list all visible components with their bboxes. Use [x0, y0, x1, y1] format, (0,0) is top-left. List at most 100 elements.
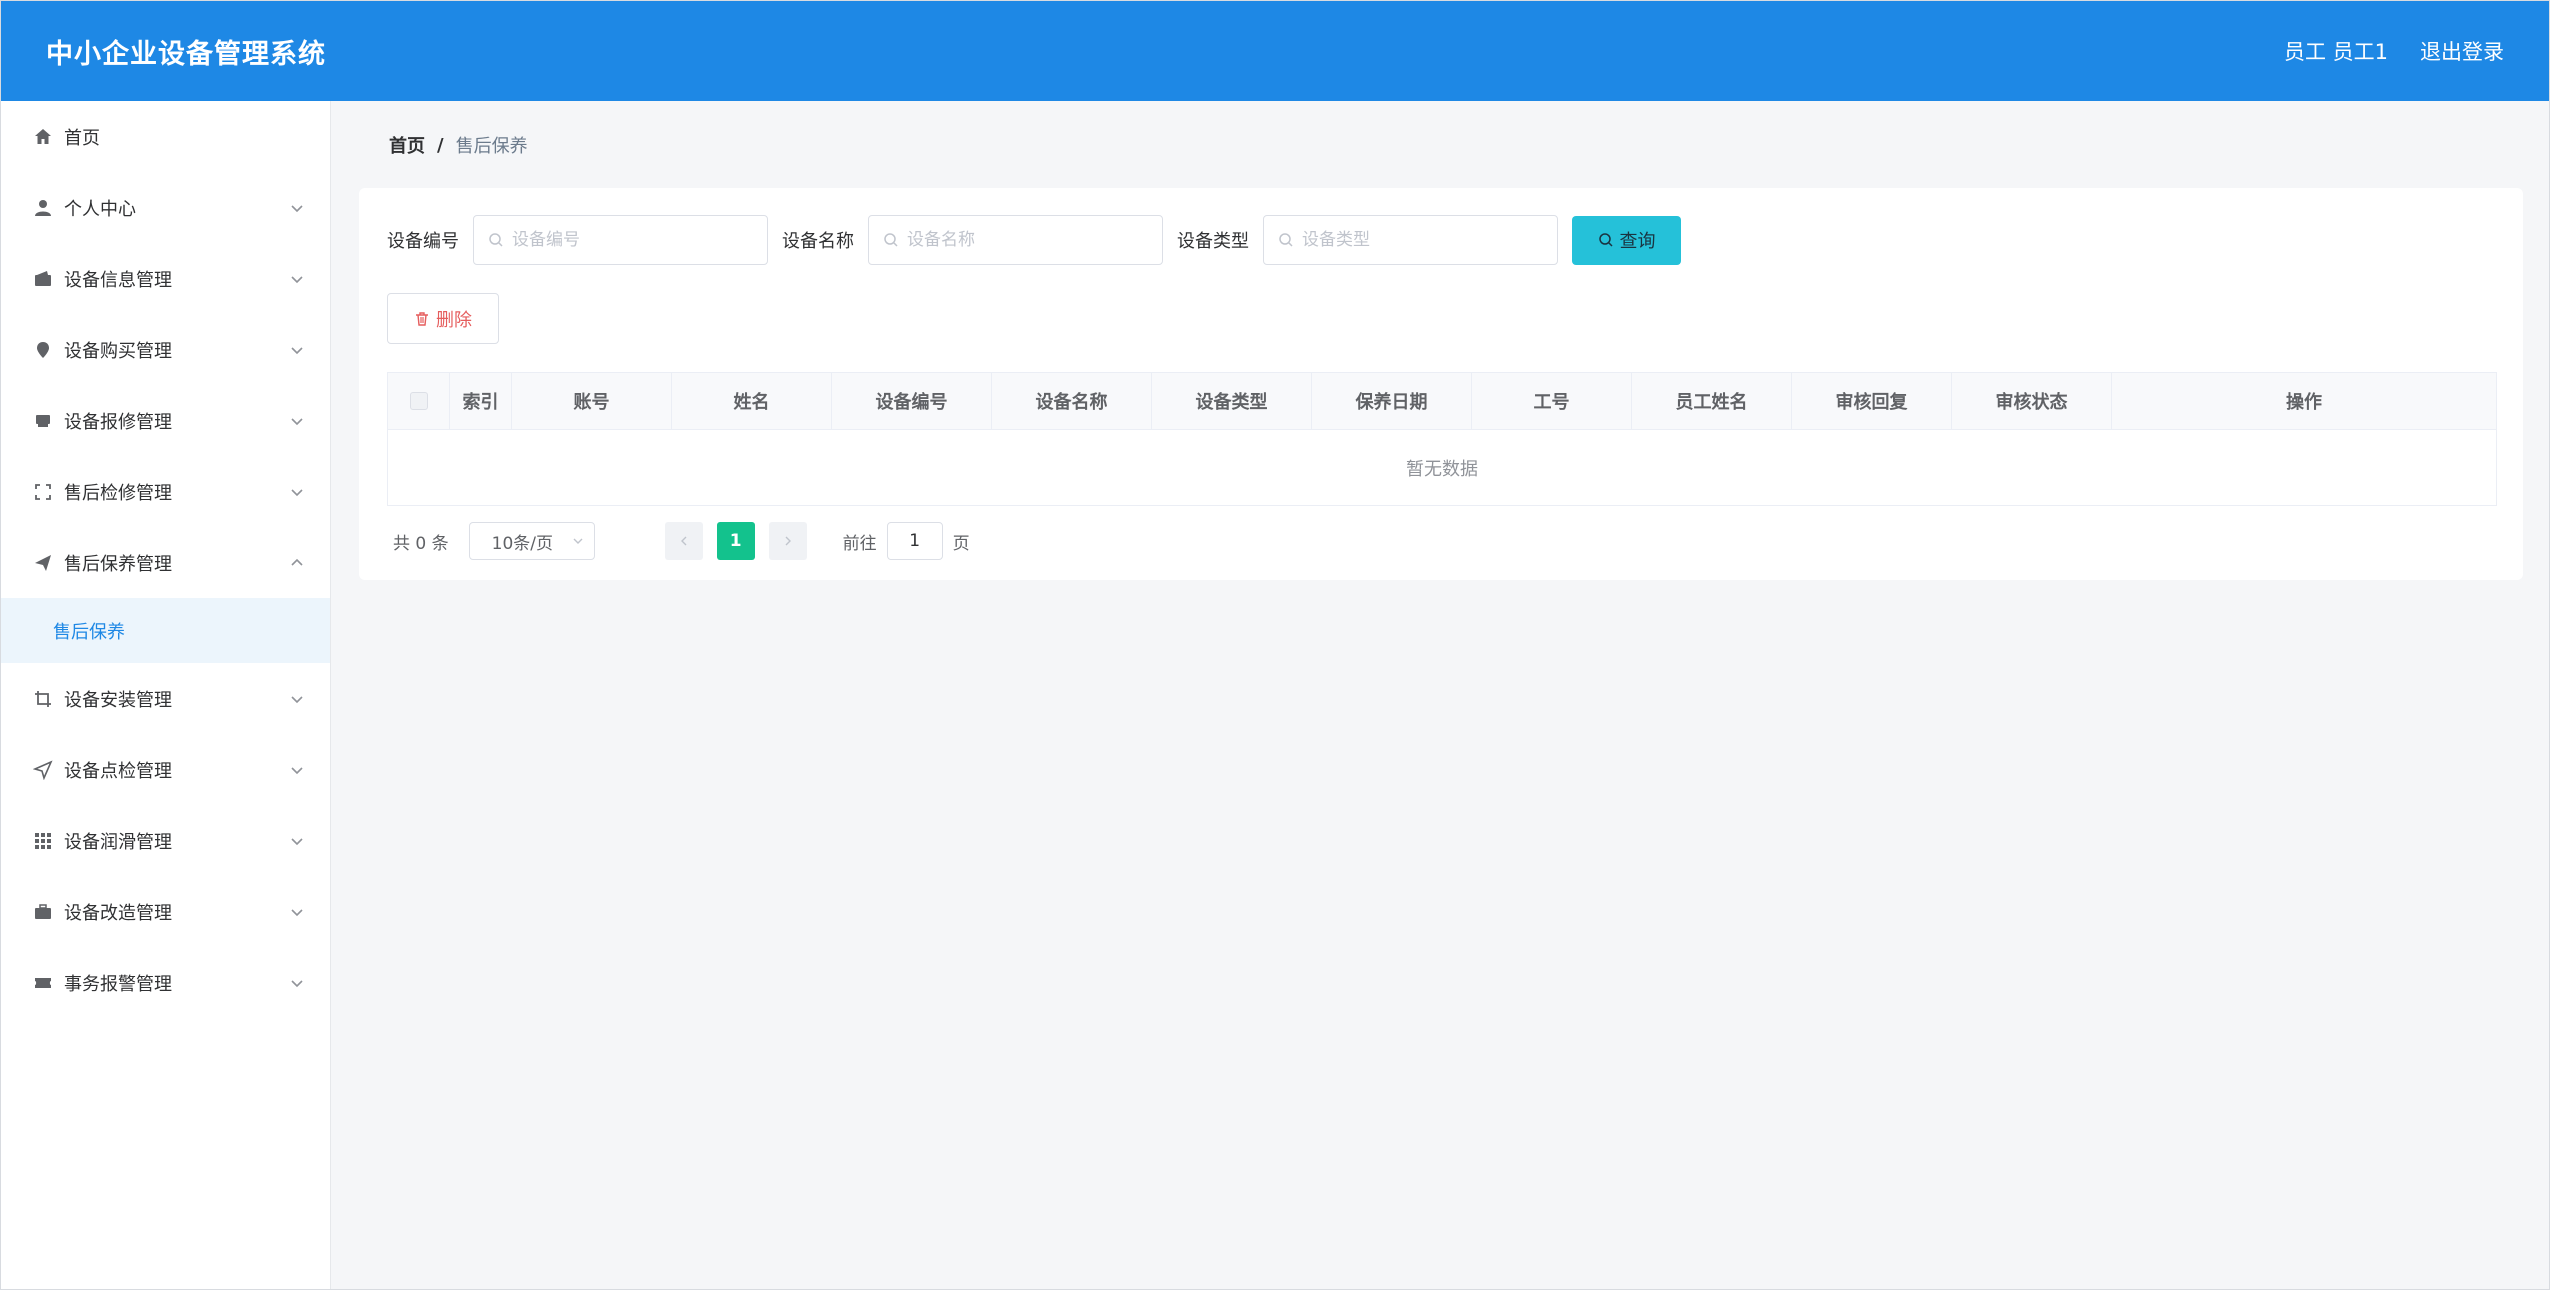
delete-button[interactable]: 删除 [387, 293, 499, 344]
sidebar-item-label: 设备点检管理 [64, 760, 172, 782]
device-number-label: 设备编号 [387, 231, 459, 252]
chevron-down-icon [291, 346, 303, 354]
search-icon [489, 233, 503, 247]
sidebar-item-device-retrofit[interactable]: 设备改造管理 [1, 876, 330, 947]
home-icon [33, 127, 53, 147]
breadcrumb-home[interactable]: 首页 [389, 132, 425, 158]
sidebar-item-label: 设备润滑管理 [64, 831, 172, 853]
sidebar-item-device-repair[interactable]: 设备报修管理 [1, 385, 330, 456]
chevron-down-icon [291, 417, 303, 425]
column-header[interactable]: 员工姓名 [1632, 373, 1792, 429]
toolbar: 删除 [387, 293, 2495, 344]
chevron-down-icon [291, 488, 303, 496]
logout-link[interactable]: 退出登录 [2420, 36, 2504, 66]
device-number-field [473, 215, 768, 265]
sidebar-subitem-maintenance[interactable]: 售后保养 [1, 598, 330, 663]
sidebar-item-device-lubrication[interactable]: 设备润滑管理 [1, 805, 330, 876]
chevron-down-icon [573, 538, 583, 544]
device-number-input[interactable] [512, 230, 752, 250]
device-name-label: 设备名称 [782, 231, 854, 252]
sidebar-item-label: 设备报修管理 [64, 411, 172, 433]
sidebar-item-label: 售后检修管理 [64, 482, 172, 504]
column-header: 操作 [2286, 392, 2322, 413]
column-header[interactable]: 审核状态 [1952, 373, 2112, 429]
sidebar-item-label: 事务报警管理 [64, 973, 172, 995]
data-table: 索引 账号 姓名 设备编号 设备名称 设备类型 保养日期 工号 员工姓名 审核回… [387, 372, 2497, 506]
device-type-input[interactable] [1302, 230, 1542, 250]
sidebar-item-device-purchase[interactable]: 设备购买管理 [1, 314, 330, 385]
top-header: 中小企业设备管理系统 员工 员工1 退出登录 [1, 1, 2549, 101]
chevron-right-icon [785, 536, 791, 546]
chevron-down-icon [291, 275, 303, 283]
page-size-value: 10条/页 [491, 533, 553, 554]
column-header[interactable]: 设备类型 [1152, 373, 1312, 429]
query-button[interactable]: 查询 [1572, 215, 1681, 265]
select-all-cell [388, 373, 450, 429]
empty-state: 暂无数据 [1406, 458, 1478, 480]
column-header[interactable]: 设备名称 [992, 373, 1152, 429]
column-header[interactable]: 审核回复 [1792, 373, 1952, 429]
sidebar-item-device-install[interactable]: 设备安装管理 [1, 663, 330, 734]
sidebar-item-label: 首页 [64, 127, 100, 149]
search-icon [884, 233, 898, 247]
search-icon [1279, 233, 1293, 247]
pagination: 共 0 条 10条/页 1 前往 页 [387, 522, 2495, 560]
app-window: 中小企业设备管理系统 员工 员工1 退出登录 首页 个人中心 设备信息管理 设备… [0, 0, 2550, 1290]
search-bar: 设备编号 设备名称 设备类型 查询 [387, 215, 2495, 265]
prev-page-button[interactable] [664, 522, 703, 560]
sidebar: 首页 个人中心 设备信息管理 设备购买管理 设备报修管理 售后检修管理 售后保养… [1, 101, 331, 1289]
chevron-down-icon [291, 837, 303, 845]
column-header[interactable]: 索引 [450, 373, 512, 429]
header-user-area: 员工 员工1 退出登录 [2284, 36, 2504, 66]
sidebar-item-after-sales-repair[interactable]: 售后检修管理 [1, 456, 330, 527]
page-number-current[interactable]: 1 [716, 522, 755, 560]
goto-prefix: 前往 [842, 533, 877, 554]
chevron-down-icon [291, 204, 303, 212]
chevron-down-icon [291, 908, 303, 916]
search-icon [1598, 233, 1613, 247]
chevron-up-icon [291, 558, 303, 566]
sidebar-item-device-info[interactable]: 设备信息管理 [1, 243, 330, 314]
sidebar-item-personal-center[interactable]: 个人中心 [1, 172, 330, 243]
delete-button-label: 删除 [436, 309, 472, 331]
app-title: 中小企业设备管理系统 [46, 38, 326, 70]
navigation-icon [33, 759, 53, 780]
column-header[interactable]: 账号 [512, 373, 672, 429]
sidebar-item-after-sales-maintenance[interactable]: 售后保养管理 [1, 527, 330, 598]
fullscreen-icon [33, 482, 53, 502]
sidebar-item-label: 售后保养管理 [64, 553, 172, 575]
current-user: 员工 员工1 [2283, 40, 2388, 64]
sidebar-item-home[interactable]: 首页 [1, 101, 330, 172]
chevron-down-icon [291, 766, 303, 774]
page-goto: 前往 页 [843, 522, 970, 560]
column-header[interactable]: 保养日期 [1312, 373, 1472, 429]
printer-icon [33, 411, 53, 431]
sidebar-item-label: 设备信息管理 [64, 269, 172, 291]
goto-page-input[interactable] [886, 522, 943, 560]
breadcrumb-current: 售后保养 [455, 136, 528, 157]
sidebar-item-label: 设备改造管理 [64, 902, 172, 924]
sidebar-item-label: 设备购买管理 [64, 340, 172, 362]
table-header: 索引 账号 姓名 设备编号 设备名称 设备类型 保养日期 工号 员工姓名 审核回… [388, 373, 2496, 430]
next-page-button[interactable] [768, 522, 807, 560]
page-size-select[interactable]: 10条/页 [468, 522, 595, 560]
sidebar-item-label: 设备安装管理 [64, 689, 172, 711]
chevron-down-icon [291, 695, 303, 703]
query-button-label: 查询 [1619, 231, 1656, 252]
device-type-field [1263, 215, 1558, 265]
device-type-label: 设备类型 [1177, 231, 1249, 252]
column-header[interactable]: 工号 [1472, 373, 1632, 429]
device-name-input[interactable] [907, 230, 1147, 250]
breadcrumb-separator: / [437, 134, 444, 156]
chevron-down-icon [291, 979, 303, 987]
sidebar-item-alarm[interactable]: 事务报警管理 [1, 947, 330, 1018]
breadcrumb: 首页 / 售后保养 [359, 101, 2521, 189]
send-icon [33, 553, 53, 573]
column-header[interactable]: 设备编号 [832, 373, 992, 429]
sidebar-item-label: 个人中心 [64, 198, 136, 220]
wallet-icon [33, 269, 53, 289]
sidebar-item-device-inspection[interactable]: 设备点检管理 [1, 734, 330, 805]
ticket-icon [33, 973, 53, 993]
column-header[interactable]: 姓名 [672, 373, 832, 429]
select-all-checkbox[interactable] [409, 392, 428, 410]
